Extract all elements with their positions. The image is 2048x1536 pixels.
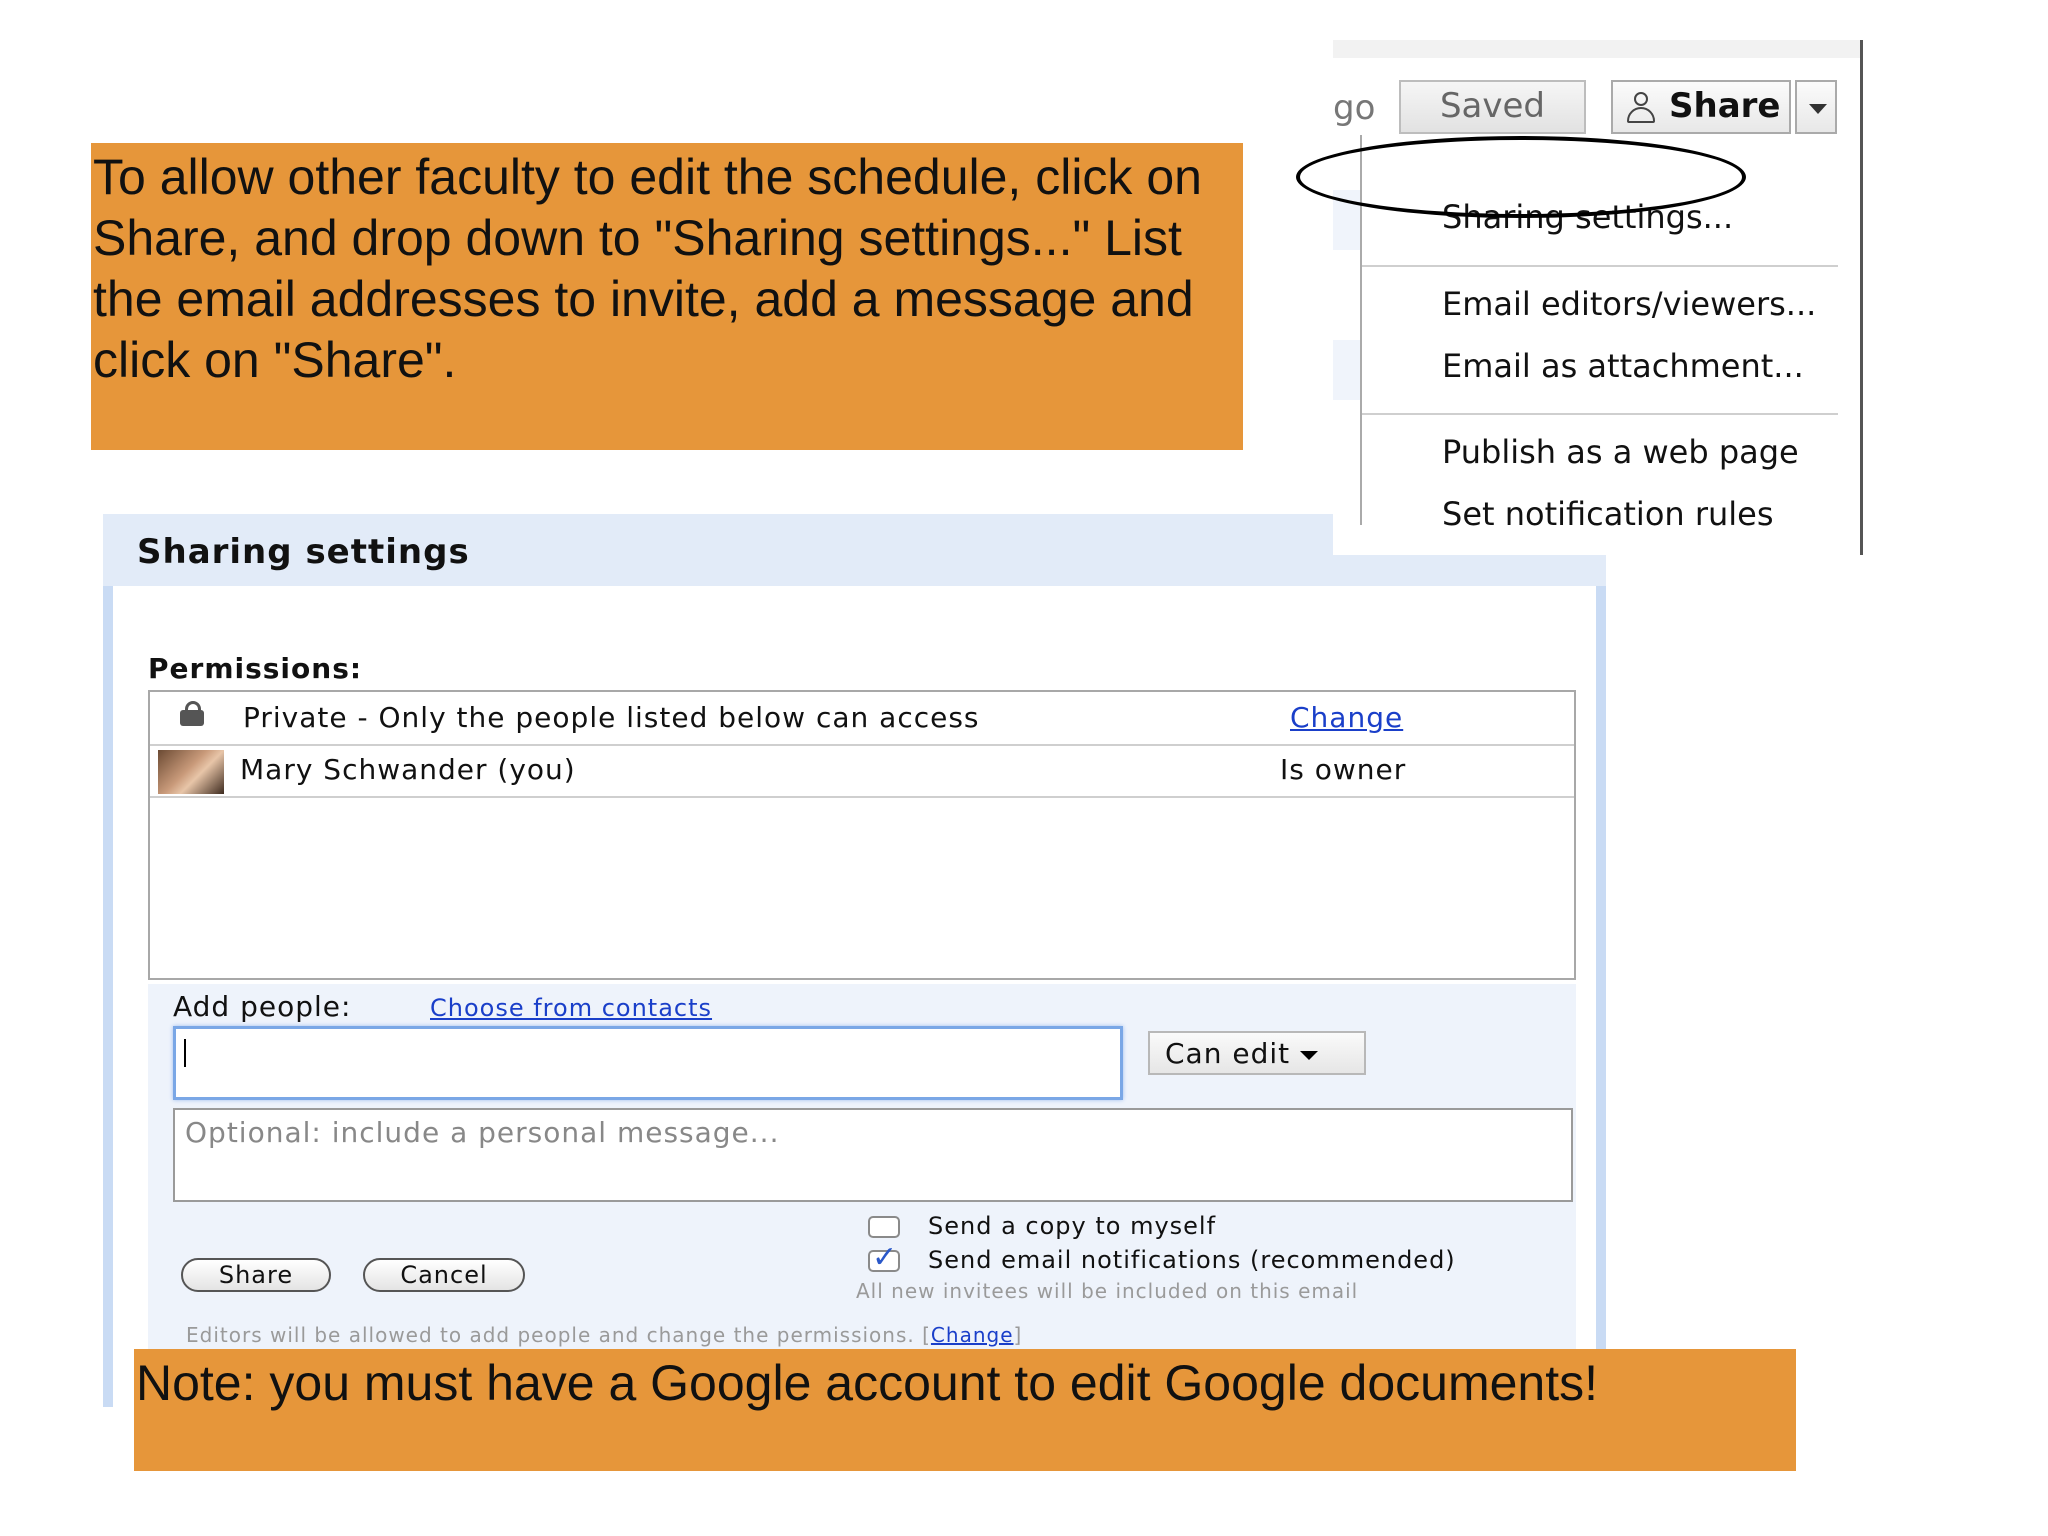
person-icon xyxy=(1625,92,1655,124)
permission-dropdown-label: Can edit xyxy=(1165,1037,1291,1070)
message-placeholder: Optional: include a personal message... xyxy=(185,1116,780,1149)
toolbar-fragment: go xyxy=(1333,88,1376,128)
add-people-label: Add people: xyxy=(173,990,352,1023)
side-strip xyxy=(1333,340,1360,400)
change-visibility-link[interactable]: Change xyxy=(1290,701,1403,734)
menu-item-email-attachment[interactable]: Email as attachment... xyxy=(1442,347,1804,385)
share-button[interactable]: Share xyxy=(181,1258,331,1292)
share-menu-screenshot: go Saved Share Sharing settings... Email… xyxy=(1296,40,1863,555)
editors-note: Editors will be allowed to add people an… xyxy=(186,1323,1023,1347)
choose-from-contacts-link[interactable]: Choose from contacts xyxy=(430,994,712,1022)
chevron-down-icon xyxy=(1300,1050,1319,1060)
saved-button[interactable]: Saved xyxy=(1399,80,1586,134)
dialog-body: Permissions: Private - Only the people l… xyxy=(113,586,1596,1407)
menu-item-publish-web[interactable]: Publish as a web page xyxy=(1442,433,1799,471)
toolbar-strip xyxy=(1333,40,1860,58)
editors-note-text: Editors will be allowed to add people an… xyxy=(186,1323,915,1347)
highlight-oval xyxy=(1296,136,1746,218)
note-callout: Note: you must have a Google account to … xyxy=(134,1349,1796,1471)
lock-icon xyxy=(180,701,204,726)
permissions-label: Permissions: xyxy=(148,652,363,685)
cancel-button[interactable]: Cancel xyxy=(363,1258,525,1292)
invitees-note: All new invitees will be included on thi… xyxy=(856,1279,1359,1303)
privacy-status: Private - Only the people listed below c… xyxy=(243,701,980,734)
note-text: Note: you must have a Google account to … xyxy=(136,1355,1598,1411)
send-copy-label: Send a copy to myself xyxy=(928,1212,1217,1240)
instruction-text: To allow other faculty to edit the sched… xyxy=(93,149,1202,388)
permission-dropdown[interactable]: Can edit xyxy=(1148,1031,1366,1075)
add-people-input[interactable] xyxy=(173,1026,1123,1100)
owner-role: Is owner xyxy=(1280,753,1407,786)
avatar xyxy=(158,750,224,794)
share-button-menu[interactable]: Share xyxy=(1611,80,1791,134)
owner-name: Mary Schwander (you) xyxy=(240,753,576,786)
send-notifications-label: Send email notifications (recommended) xyxy=(928,1246,1456,1274)
personal-message-field[interactable]: Optional: include a personal message... xyxy=(173,1108,1573,1202)
instruction-callout: To allow other faculty to edit the sched… xyxy=(91,143,1243,450)
table-row: Private - Only the people listed below c… xyxy=(150,692,1574,746)
send-copy-checkbox[interactable] xyxy=(868,1216,900,1238)
table-row: Mary Schwander (you) Is owner xyxy=(150,744,1574,798)
menu-divider xyxy=(1362,413,1838,415)
share-button-label: Share xyxy=(1669,86,1781,126)
permissions-table: Private - Only the people listed below c… xyxy=(148,690,1576,980)
menu-divider xyxy=(1362,265,1838,267)
menu-item-notification-rules[interactable]: Set notification rules xyxy=(1442,495,1774,533)
share-dropdown-arrow[interactable] xyxy=(1795,80,1837,134)
menu-item-email-editors[interactable]: Email editors/viewers... xyxy=(1442,285,1816,323)
sharing-settings-dialog: Sharing settings Permissions: Private - … xyxy=(103,514,1606,1407)
send-notifications-checkbox[interactable] xyxy=(868,1240,900,1275)
dialog-title: Sharing settings xyxy=(137,532,470,572)
editors-change-link[interactable]: Change xyxy=(931,1323,1014,1347)
